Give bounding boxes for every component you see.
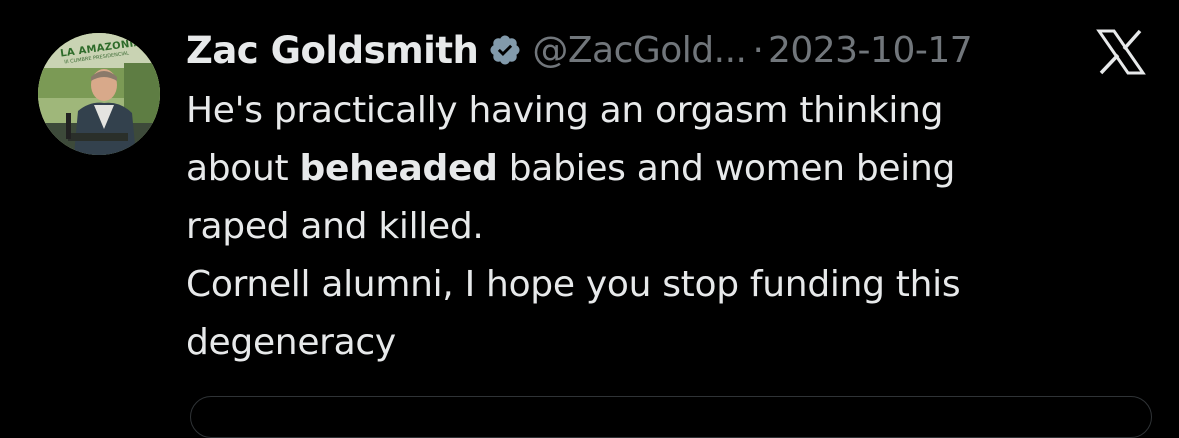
tweet-line-4: Cornell alumni, I hope you stop funding … — [186, 264, 961, 305]
separator-dot: · — [752, 29, 764, 71]
quoted-card-edge[interactable] — [190, 396, 1152, 438]
tweet-text: He's practically having an orgasm thinki… — [186, 82, 1146, 372]
tweet-line-1: He's practically having an orgasm thinki… — [186, 90, 944, 131]
author-handle[interactable]: @ZacGold... — [532, 30, 747, 71]
x-logo-icon[interactable] — [1096, 28, 1146, 76]
tweet-date[interactable]: 2023-10-17 — [768, 30, 973, 71]
author-name[interactable]: Zac Goldsmith — [186, 29, 479, 72]
verified-badge-icon — [488, 33, 522, 67]
tweet-bold-word: beheaded — [299, 148, 498, 189]
avatar[interactable]: LA AMAZONÍA III CUMBRE PRESIDENCIAL — [38, 33, 160, 155]
tweet-line-3: raped and killed. — [186, 206, 484, 247]
tweet-line-2-suffix: babies and women being — [497, 148, 956, 189]
tweet-header: Zac Goldsmith @ZacGold... · 2023-10-17 — [186, 20, 973, 80]
tweet-line-2: about beheaded babies and women being — [186, 140, 1146, 198]
tweet-card: LA AMAZONÍA III CUMBRE PRESIDENCIAL Zac … — [0, 0, 1179, 438]
tweet-line-5: degeneracy — [186, 322, 396, 363]
tweet-line-2-prefix: about — [186, 148, 300, 189]
